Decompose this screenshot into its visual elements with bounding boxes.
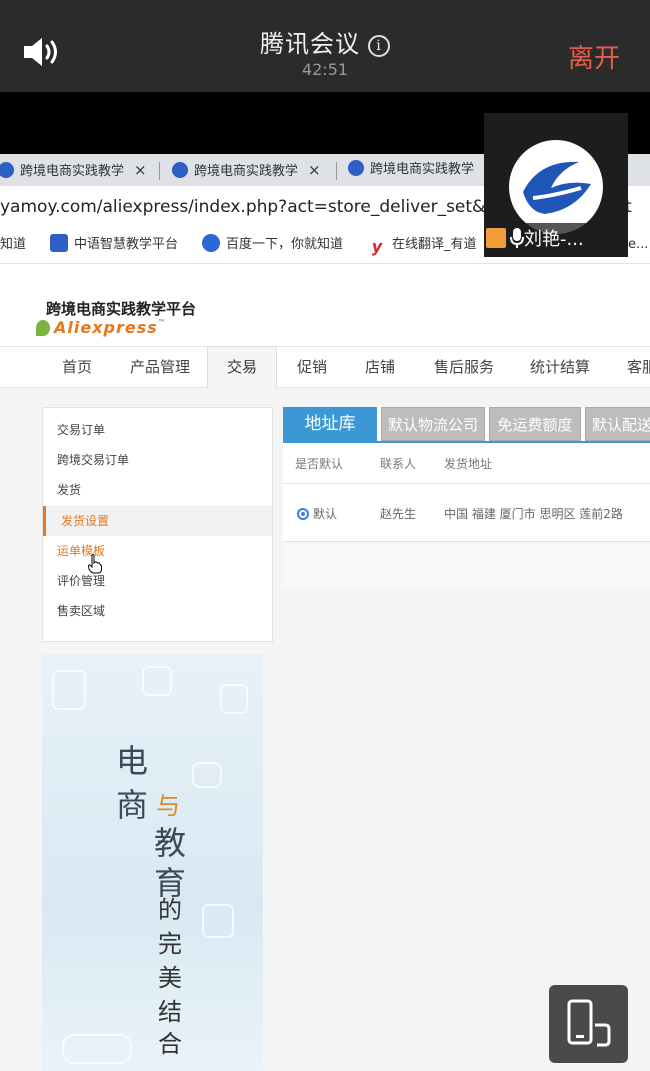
bookmark-label: 中语智慧教学平台 <box>74 237 179 252</box>
bookmark-label: e... <box>628 237 649 252</box>
info-icon[interactable]: i <box>368 35 390 57</box>
radio-selected-icon <box>297 508 309 520</box>
participant-video-tile[interactable]: 刘艳-... <box>484 113 628 257</box>
hand-cursor-icon <box>88 554 102 574</box>
decor-book-icon <box>202 904 234 938</box>
tab-label: 跨境电商实践教学 <box>370 162 475 177</box>
banner-char: 完 <box>158 930 182 958</box>
bookmark-baidu[interactable]: 百度一下，你就知道 <box>202 228 343 262</box>
zhongyu-logo <box>509 140 603 234</box>
bookmark-zhongyu[interactable]: 中语智慧教学平台 <box>50 228 178 262</box>
tab-underline <box>283 441 650 443</box>
browser-tab-3[interactable]: 跨境电商实践教学 <box>348 156 474 186</box>
meeting-top-bar: 腾讯会议 i 42:51 离开 <box>0 0 650 92</box>
close-icon[interactable]: × <box>308 161 321 179</box>
nav-promotion[interactable]: 促销 <box>297 347 327 387</box>
decor-doc-icon <box>142 666 172 696</box>
header-divider <box>283 483 650 484</box>
decor-shirt-icon <box>52 670 86 710</box>
site-logo-icon <box>0 162 14 178</box>
rotate-screen-button[interactable] <box>549 985 628 1063</box>
table-footer <box>283 542 650 587</box>
swoosh-logo-icon <box>523 161 591 214</box>
browser-tab-1[interactable]: 跨境电商实践教学 × <box>0 156 147 186</box>
banner-char: 结 <box>158 998 182 1026</box>
brand-logo[interactable]: Aliexpress™ <box>36 318 167 337</box>
tab-free-shipping-quota[interactable]: 免运费额度 <box>489 407 581 441</box>
leave-button[interactable]: 离开 <box>568 38 620 75</box>
microphone-icon <box>510 228 524 248</box>
nav-service[interactable]: 客服 <box>627 347 650 387</box>
tab-divider <box>336 162 337 180</box>
decor-cloud-icon <box>62 1034 132 1064</box>
banner-char: 商 <box>116 786 149 824</box>
shared-screen: 跨境电商实践教学 × 跨境电商实践教学 × 跨境电商实践教学 yamoy.com/a… <box>0 154 650 1071</box>
nav-aftersales[interactable]: 售后服务 <box>434 347 494 387</box>
col-header-default: 是否默认 <box>295 457 344 471</box>
sidebar-item-orders[interactable]: 交易订单 <box>57 415 105 445</box>
site-logo-icon <box>348 160 364 176</box>
nav-trade[interactable]: 交易 <box>207 346 277 388</box>
participant-name: 刘艳-... <box>524 229 584 250</box>
default-label: 默认 <box>313 507 338 521</box>
brand-title: 跨境电商实践教学平台 <box>46 300 197 318</box>
site-logo-icon <box>172 162 188 178</box>
nav-statistics[interactable]: 统计结算 <box>530 347 590 387</box>
banner-char: 美 <box>158 964 182 992</box>
banner-char: 电 <box>116 742 149 780</box>
meeting-timer: 42:51 <box>301 60 349 79</box>
bookmark-youdao[interactable]: y 在线翻译_有道 <box>368 228 477 262</box>
browser-tab-2[interactable]: 跨境电商实践教学 × <box>172 156 321 186</box>
cell-contact: 赵先生 <box>380 507 417 521</box>
rotate-device-icon <box>567 999 611 1047</box>
tab-default-logistics[interactable]: 默认物流公司 <box>381 407 485 441</box>
sidebar-item-cross-border-orders[interactable]: 跨境交易订单 <box>57 445 129 475</box>
tab-address-library[interactable]: 地址库 <box>283 407 377 441</box>
close-icon[interactable]: × <box>134 161 147 179</box>
tab-label: 跨境电商实践教学 <box>20 164 125 179</box>
zhongyu-icon <box>50 234 68 252</box>
nav-home[interactable]: 首页 <box>62 347 92 387</box>
aliexpress-seller-page: 跨境电商实践教学平台 Aliexpress™ 首页 产品管理 交易 促销 店铺 … <box>0 264 650 1071</box>
avatar-icon <box>486 228 506 248</box>
meeting-title: 腾讯会议 i <box>0 24 650 59</box>
decor-camera-icon <box>192 762 222 788</box>
banner-char: 的 <box>158 896 182 924</box>
main-nav: 首页 产品管理 交易 促销 店铺 售后服务 统计结算 客服 <box>0 346 650 388</box>
banner-char: 与 <box>156 792 180 820</box>
sidebar-item-shipping[interactable]: 发货 <box>57 475 81 505</box>
bookmark-label: 百度一下，你就知道 <box>226 237 344 252</box>
tab-divider <box>159 162 160 180</box>
cell-address: 中国 福建 厦门市 思明区 莲前2路 <box>444 507 623 521</box>
site-header: 跨境电商实践教学平台 Aliexpress™ <box>0 264 650 346</box>
decor-cart-icon <box>220 684 248 714</box>
brand-logo-text: Aliexpress <box>54 318 158 337</box>
participant-label: 刘艳-... <box>484 223 628 257</box>
trade-sidebar: 交易订单 跨境交易订单 发货 发货设置 运单模板 评价管理 售卖区域 <box>42 407 273 642</box>
meeting-title-text: 腾讯会议 <box>260 30 360 58</box>
col-header-contact: 联系人 <box>380 457 417 471</box>
sidebar-item-shipping-settings[interactable]: 发货设置 <box>43 506 272 536</box>
sidebar-item-sales-region[interactable]: 售卖区域 <box>57 596 105 626</box>
tab-label: 跨境电商实践教学 <box>194 164 299 179</box>
bookmark-zhidao[interactable]: 知道 <box>0 228 26 262</box>
bookmark-label: 在线翻译_有道 <box>392 237 477 252</box>
leaf-icon <box>36 320 50 336</box>
youdao-icon: y <box>368 238 386 256</box>
bookmark-overflow[interactable]: e... <box>628 228 648 262</box>
tab-default-delivery[interactable]: 默认配送 <box>585 407 650 441</box>
baidu-paw-icon <box>202 234 220 252</box>
bookmark-label: 知道 <box>0 237 27 252</box>
trademark-mark: ™ <box>157 318 167 327</box>
col-header-address: 发货地址 <box>444 457 493 471</box>
banner-char: 合 <box>158 1030 182 1058</box>
default-radio[interactable]: 默认 <box>297 505 337 522</box>
address-panel: 地址库 默认物流公司 免运费额度 默认配送 是否默认 联系人 发货地址 默认 赵… <box>283 407 650 587</box>
nav-store[interactable]: 店铺 <box>365 347 395 387</box>
promo-banner: 电 商 与 教 育 的 完 美 结 合 <box>42 654 263 1071</box>
nav-products[interactable]: 产品管理 <box>130 347 190 387</box>
